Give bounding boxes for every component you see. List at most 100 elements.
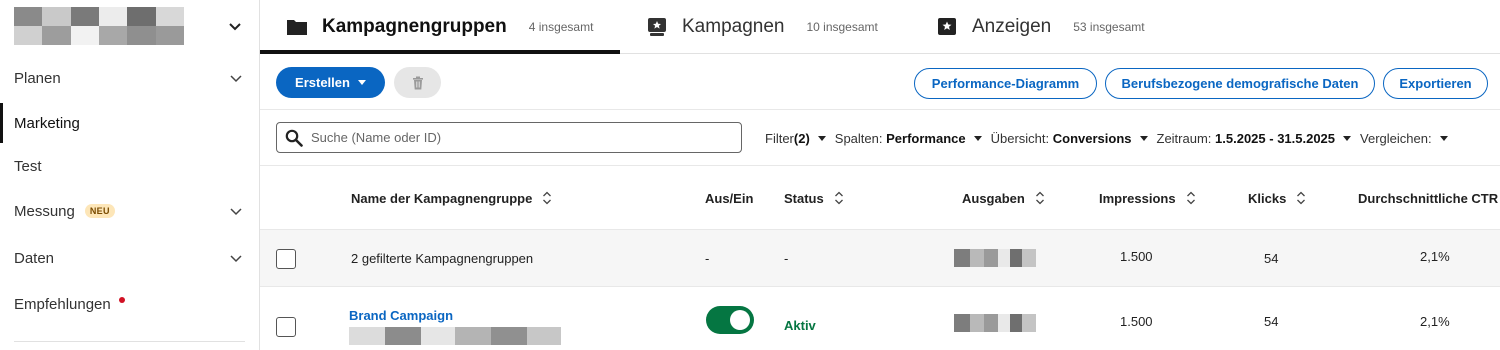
chevron-down-icon: [230, 208, 242, 216]
tab-anzeigen[interactable]: Anzeigen 53 insgesamt: [936, 0, 1145, 54]
caret-down-icon: [357, 80, 366, 85]
ctr-value: 2,1%: [1420, 314, 1450, 329]
sidebar-item-label: Test: [14, 157, 42, 175]
search-input[interactable]: [311, 130, 731, 145]
folder-icon: [287, 20, 307, 35]
column-header-label: Durchschnittliche CTR: [1358, 190, 1499, 206]
sort-icon: [1035, 191, 1044, 205]
tab-label: Kampagnen: [682, 16, 785, 37]
tab-label: Kampagnengruppen: [322, 16, 507, 37]
column-header-status[interactable]: Status: [784, 166, 844, 230]
sidebar: Planen Marketing Test Messung NEU Daten …: [0, 0, 260, 350]
column-header-spend[interactable]: Ausgaben: [962, 166, 1045, 230]
column-header-label: Status: [784, 190, 824, 206]
date-range-dropdown[interactable]: Zeitraum: 1.5.2025 - 31.5.2025: [1157, 131, 1352, 146]
tab-count: 4 insgesamt: [528, 20, 594, 34]
overview-value: Conversions: [1052, 130, 1132, 146]
tab-kampagnengruppen[interactable]: Kampagnengruppen 4 insgesamt: [286, 0, 593, 54]
column-header-clicks[interactable]: Klicks: [1248, 166, 1306, 230]
caret-down-icon: [973, 135, 982, 141]
delete-button[interactable]: [394, 67, 441, 98]
sidebar-item-test[interactable]: Test: [0, 146, 259, 186]
column-header-impressions[interactable]: Impressions: [1099, 166, 1196, 230]
sort-icon: [543, 191, 552, 205]
filter-label: Filter: [765, 130, 794, 146]
summary-ctr: 2,1%: [1420, 249, 1450, 264]
compare-dropdown[interactable]: Vergleichen:: [1360, 131, 1448, 146]
sidebar-item-empfehlungen[interactable]: Empfehlungen: [0, 284, 259, 324]
summary-status: -: [784, 251, 789, 266]
chevron-down-icon[interactable]: [228, 19, 242, 33]
sort-icon: [834, 191, 843, 205]
column-header-label: Aus/Ein: [705, 190, 754, 206]
spend-redacted: [954, 314, 1036, 332]
sidebar-item-messung[interactable]: Messung NEU: [0, 191, 259, 231]
compare-label: Vergleichen:: [1360, 130, 1432, 146]
account-logo-redacted: [14, 7, 184, 45]
summary-toggle: -: [705, 251, 710, 266]
campaign-toggle[interactable]: [706, 306, 754, 334]
impressions-value: 1.500: [1120, 314, 1153, 329]
column-header-name[interactable]: Name der Kampagnengruppe: [351, 166, 552, 230]
status-badge: Aktiv: [784, 318, 816, 333]
caret-down-icon: [817, 135, 826, 141]
tab-count: 53 insgesamt: [1073, 20, 1145, 34]
campaign-id-redacted: [349, 327, 561, 345]
column-header-ctr[interactable]: Durchschnittliche CTR: [1358, 166, 1498, 230]
summary-clicks: 54: [1264, 251, 1279, 266]
filter-controls: Filter (2) Spalten: Performance Übersicht…: [765, 110, 1457, 166]
sort-icon: [1297, 191, 1306, 205]
campaign-group-link[interactable]: Brand Campaign: [349, 308, 453, 323]
columns-label: Spalten:: [834, 130, 883, 146]
sidebar-divider: [14, 341, 245, 342]
toolbar: Erstellen Performance-Diagramm Berufsbez…: [260, 54, 1500, 110]
columns-value: Performance: [886, 130, 966, 146]
export-button[interactable]: Exportieren: [1383, 68, 1488, 99]
table-header: Name der Kampagnengruppe Aus/Ein Status …: [260, 166, 1500, 230]
tab-kampagnen[interactable]: Kampagnen 10 insgesamt: [646, 0, 878, 54]
chevron-down-icon: [230, 75, 242, 83]
column-header-toggle: Aus/Ein: [705, 166, 753, 230]
filter-dropdown[interactable]: Filter (2): [765, 131, 826, 146]
create-button[interactable]: Erstellen: [276, 67, 385, 98]
tab-count: 10 insgesamt: [806, 20, 878, 34]
trash-icon: [412, 76, 423, 89]
sidebar-item-daten[interactable]: Daten: [0, 238, 259, 278]
sidebar-item-marketing[interactable]: Marketing: [0, 103, 259, 143]
spend-redacted: [954, 249, 1036, 267]
clicks-value: 54: [1264, 314, 1279, 329]
filter-bar: Filter(2) Spalten: Performance Übersicht…: [260, 110, 1500, 166]
demographics-button[interactable]: Berufsbezogene demografische Daten: [1105, 68, 1375, 99]
period-value: 1.5.2025 - 31.5.2025: [1215, 130, 1336, 146]
new-badge: NEU: [84, 204, 115, 218]
sidebar-item-planen[interactable]: Planen: [0, 58, 259, 98]
toggle-knob: [730, 310, 750, 330]
summary-row: 2 gefilterte Kampagnengruppen - - 1.500 …: [260, 230, 1500, 287]
row-checkbox[interactable]: [276, 317, 296, 337]
notification-dot: [118, 297, 125, 303]
create-button-label: Erstellen: [295, 75, 350, 90]
overview-label: Übersicht:: [990, 130, 1050, 146]
search-icon: [285, 129, 303, 147]
sidebar-item-label: Empfehlungen: [14, 295, 111, 313]
filter-count: (2): [793, 130, 810, 146]
ad-icon: [938, 18, 956, 35]
sidebar-item-label: Messung: [14, 202, 75, 220]
performance-chart-button[interactable]: Performance-Diagramm: [914, 68, 1097, 99]
sidebar-item-label: Daten: [14, 249, 55, 267]
caret-down-icon: [1139, 135, 1148, 141]
account-switcher[interactable]: [14, 6, 246, 46]
overview-dropdown[interactable]: Übersicht: Conversions: [991, 131, 1148, 146]
caret-down-icon: [1439, 135, 1448, 141]
column-header-label: Klicks: [1248, 190, 1287, 206]
chevron-down-icon: [230, 255, 242, 263]
campaign-icon: [648, 18, 666, 36]
columns-dropdown[interactable]: Spalten: Performance: [835, 131, 982, 146]
sort-icon: [1186, 191, 1195, 205]
select-all-checkbox[interactable]: [276, 249, 296, 269]
period-label: Zeitraum:: [1156, 130, 1212, 146]
column-header-label: Name der Kampagnengruppe: [351, 190, 533, 206]
column-header-label: Ausgaben: [962, 190, 1025, 206]
column-header-label: Impressions: [1099, 190, 1176, 206]
summary-impressions: 1.500: [1120, 249, 1153, 264]
